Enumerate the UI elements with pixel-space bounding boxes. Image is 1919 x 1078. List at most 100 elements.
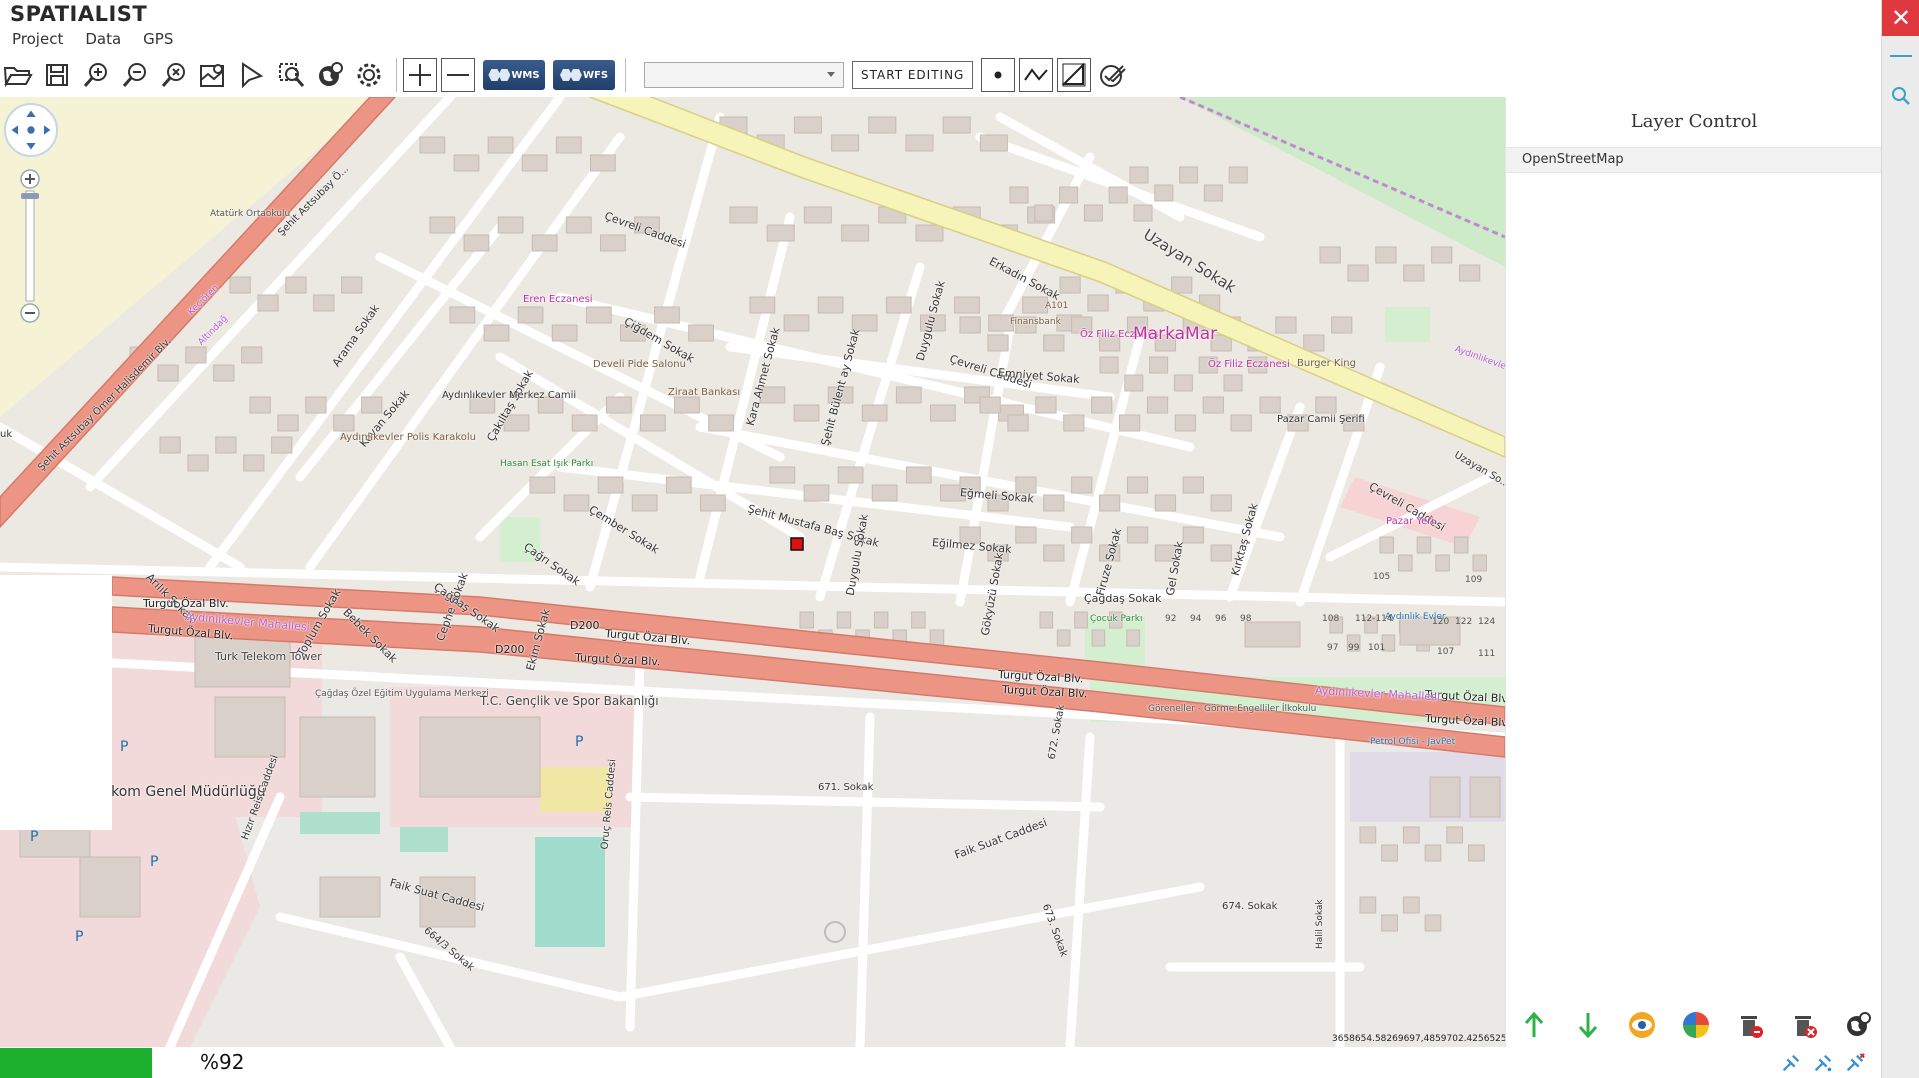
building-block bbox=[571, 414, 598, 432]
building-block bbox=[241, 346, 263, 364]
building-block bbox=[313, 294, 335, 312]
search-button[interactable] bbox=[1890, 85, 1912, 111]
settings-button[interactable] bbox=[351, 57, 387, 93]
building-block bbox=[1202, 396, 1224, 414]
menu-data[interactable]: Data bbox=[85, 30, 121, 48]
app-title: SPATIALIST bbox=[10, 2, 148, 26]
building-block bbox=[1174, 414, 1197, 432]
minimize-button[interactable] bbox=[1890, 55, 1912, 57]
open-project-button[interactable] bbox=[0, 57, 36, 93]
layer-delete-all-button[interactable] bbox=[1786, 1007, 1822, 1043]
close-button[interactable]: ✕ bbox=[1882, 0, 1919, 36]
layer-globe-button[interactable] bbox=[1840, 1007, 1876, 1043]
zoom-plus-button[interactable] bbox=[403, 58, 437, 92]
building-block bbox=[1182, 476, 1204, 494]
building-block bbox=[1453, 536, 1469, 554]
building-block bbox=[911, 611, 926, 629]
layer-control-title: Layer Control bbox=[1630, 111, 1758, 132]
satellite-icon[interactable] bbox=[1780, 1052, 1802, 1074]
globe-button[interactable] bbox=[312, 57, 348, 93]
building-block bbox=[605, 396, 632, 414]
layer-style-button[interactable] bbox=[1678, 1007, 1714, 1043]
zoom-out-button[interactable] bbox=[117, 57, 153, 93]
globe-icon bbox=[1847, 1012, 1871, 1036]
arrow-down-icon bbox=[1578, 1013, 1598, 1039]
search-icon bbox=[1892, 87, 1910, 105]
building-block bbox=[585, 306, 612, 324]
building-block bbox=[836, 611, 852, 629]
select-button[interactable] bbox=[234, 57, 270, 93]
point-icon bbox=[994, 71, 1002, 79]
menu-project[interactable]: Project bbox=[12, 30, 63, 48]
house-number: 107 bbox=[1437, 647, 1455, 657]
layer-select[interactable] bbox=[644, 62, 844, 88]
eye-icon bbox=[1629, 1012, 1655, 1038]
building-block bbox=[463, 234, 490, 252]
building-block bbox=[1230, 414, 1252, 432]
draw-line-button[interactable] bbox=[1019, 58, 1054, 92]
map-label: 674. Sokak bbox=[1222, 901, 1278, 912]
save-icon bbox=[46, 64, 68, 86]
building-block bbox=[979, 396, 1001, 414]
building-block bbox=[299, 716, 376, 798]
building-block bbox=[905, 466, 932, 484]
building-block bbox=[1379, 536, 1394, 554]
house-number: 111 bbox=[1478, 649, 1496, 659]
building-block bbox=[185, 346, 207, 364]
map-label: D200 bbox=[495, 643, 525, 656]
satellite-signal-icon[interactable] bbox=[1812, 1052, 1834, 1074]
building-block bbox=[1099, 494, 1121, 512]
map-label: Turgut Özal Blv. bbox=[143, 597, 229, 610]
start-editing-button[interactable]: START EDITING bbox=[852, 61, 974, 89]
building-block bbox=[783, 314, 810, 332]
layer-item-openstreetmap[interactable]: OpenStreetMap bbox=[1506, 147, 1882, 173]
layer-delete-button[interactable] bbox=[1732, 1007, 1768, 1043]
building-block bbox=[1347, 264, 1369, 282]
satellite-off-icon[interactable] bbox=[1844, 1052, 1866, 1074]
toolbar: WMS WFS START EDITING bbox=[0, 54, 1880, 96]
wfs-button[interactable]: WFS bbox=[553, 60, 615, 90]
zoom-extent-button[interactable] bbox=[156, 57, 192, 93]
layer-down-button[interactable] bbox=[1570, 1007, 1606, 1043]
building-block bbox=[187, 454, 209, 472]
map-label: Pazar Yeri bbox=[1386, 516, 1435, 527]
building-block bbox=[1154, 184, 1174, 202]
add-marker-button[interactable] bbox=[195, 57, 231, 93]
building-block bbox=[1091, 396, 1113, 414]
draw-polygon-button[interactable] bbox=[1057, 58, 1092, 92]
find-button[interactable] bbox=[273, 57, 309, 93]
menu-gps[interactable]: GPS bbox=[143, 30, 173, 48]
zoom-minus-button[interactable] bbox=[441, 58, 475, 92]
building-block bbox=[929, 629, 945, 647]
zoom-slider-graphic bbox=[20, 169, 40, 323]
building-block bbox=[531, 234, 558, 252]
house-number: 99 bbox=[1348, 643, 1360, 653]
map-label: Hasan Esat Işık Parkı bbox=[500, 459, 594, 469]
zoom-in-button[interactable] bbox=[78, 57, 114, 93]
wms-hex-icon bbox=[488, 69, 511, 81]
building-block bbox=[803, 206, 832, 224]
building-block bbox=[565, 216, 592, 234]
building-block bbox=[915, 224, 944, 242]
save-button[interactable] bbox=[39, 57, 75, 93]
layer-visibility-button[interactable] bbox=[1624, 1007, 1660, 1043]
layer-up-button[interactable] bbox=[1516, 1007, 1552, 1043]
map-label: Atatürk Ortaokulu bbox=[210, 209, 291, 219]
building-block bbox=[361, 396, 383, 414]
building-block bbox=[1431, 246, 1453, 264]
finish-edit-button[interactable] bbox=[1095, 57, 1131, 93]
zoom-slider[interactable] bbox=[18, 167, 42, 327]
building-block bbox=[157, 364, 179, 382]
building-block bbox=[1071, 476, 1093, 494]
draw-point-button[interactable] bbox=[981, 58, 1016, 92]
building-block bbox=[769, 466, 796, 484]
building-block bbox=[885, 296, 912, 314]
wms-button[interactable]: WMS bbox=[483, 60, 545, 90]
building-block bbox=[1244, 621, 1301, 648]
map-canvas[interactable]: Çevreli Caddesi Çevreli Caddesi Çevreli Ca… bbox=[0, 97, 1505, 1047]
building-block bbox=[449, 306, 476, 324]
building-block bbox=[793, 404, 820, 422]
map-label: Halil Sokak bbox=[1315, 899, 1325, 949]
pan-control[interactable] bbox=[4, 103, 58, 157]
building-block bbox=[555, 136, 582, 154]
